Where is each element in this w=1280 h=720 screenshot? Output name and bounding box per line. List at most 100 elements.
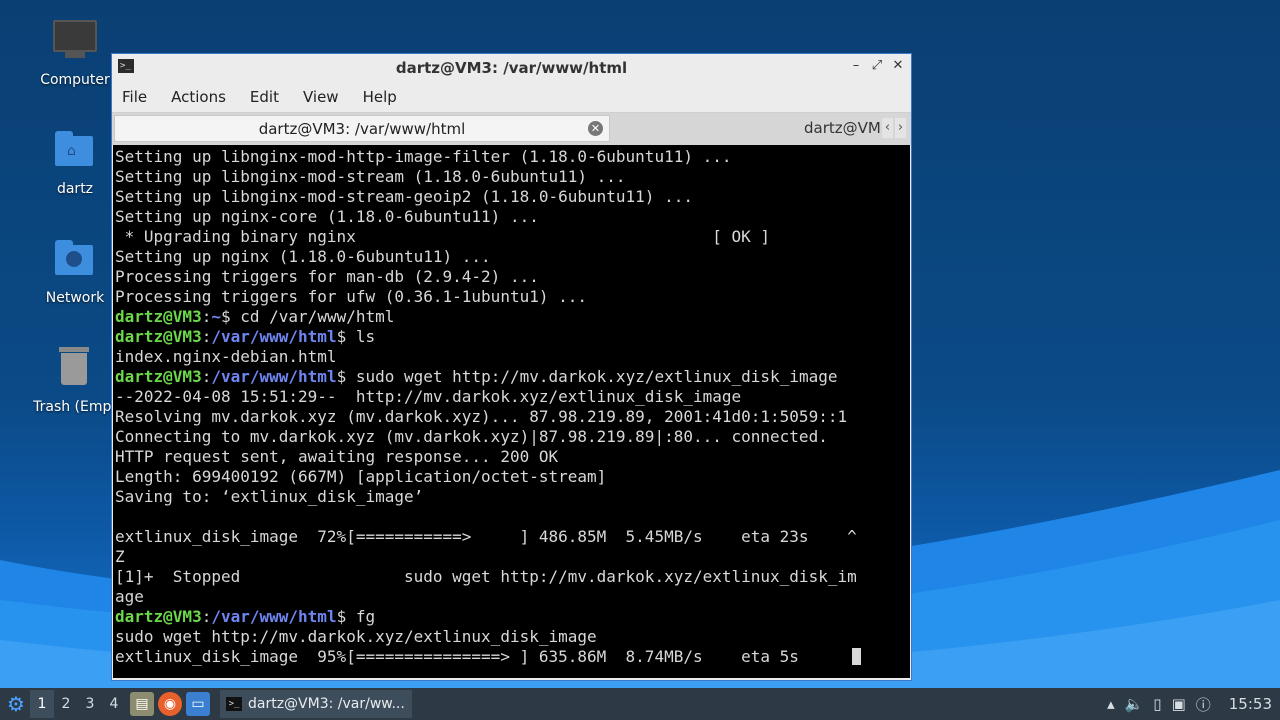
terminal-line: extlinux_disk_image 95%[===============>…	[115, 647, 910, 667]
home-folder-icon: ⌂	[51, 127, 99, 175]
terminal-text: Setting up nginx-core (1.18.0-6ubuntu11)…	[115, 207, 539, 226]
window-titlebar[interactable]: >_ dartz@VM3: /var/www/html – ⤢ ✕	[112, 54, 911, 81]
prompt-path: /var/www/html	[211, 327, 337, 346]
start-menu-icon[interactable]: ⚙	[2, 690, 30, 718]
terminal-line: age	[115, 587, 910, 607]
terminal-line: * Upgrading binary nginx [ OK ]	[115, 227, 910, 247]
terminal-prompt-line: dartz@VM3:/var/www/html$ ls	[115, 327, 376, 346]
desktop-icon-label: Network	[45, 290, 105, 306]
workspace-4[interactable]: 4	[102, 690, 126, 718]
desktop-icon-home[interactable]: ⌂ dartz	[25, 127, 125, 197]
terminal-text: index.nginx-debian.html	[115, 347, 337, 366]
window-title: dartz@VM3: /var/www/html	[395, 59, 628, 77]
workspace-2[interactable]: 2	[54, 690, 78, 718]
terminal-text: HTTP request sent, awaiting response... …	[115, 447, 559, 466]
prompt-command: $ sudo wget http://mv.darkok.xyz/extlinu…	[336, 367, 838, 386]
tab-label: dartz@VM3: /var/www/html	[258, 120, 466, 138]
menu-file[interactable]: File	[122, 88, 147, 106]
terminal-text: Setting up libnginx-mod-stream (1.18.0-6…	[115, 167, 626, 186]
menu-edit[interactable]: Edit	[250, 88, 279, 106]
terminal-prompt-line: dartz@VM3:/var/www/html$ fg	[115, 607, 376, 626]
prompt-command: $ fg	[336, 607, 376, 626]
prompt-path: /var/www/html	[211, 367, 337, 386]
taskbar-task-terminal[interactable]: >_ dartz@VM3: /var/ww...	[220, 690, 412, 718]
tab-active[interactable]: dartz@VM3: /var/www/html ✕	[114, 115, 610, 142]
terminal-line: sudo wget http://mv.darkok.xyz/extlinux_…	[115, 627, 910, 647]
prompt-user: dartz@VM3	[115, 607, 202, 626]
clock[interactable]: 15:53	[1229, 695, 1272, 713]
terminal-line: Saving to: ‘extlinux_disk_image’	[115, 487, 910, 507]
prompt-path: /var/www/html	[211, 607, 337, 626]
terminal-prompt-line: dartz@VM3:/var/www/html$ sudo wget http:…	[115, 367, 838, 386]
desktop-icon-label: Trash (Empt	[33, 399, 117, 415]
terminal-text: * Upgrading binary nginx [ OK ]	[115, 227, 771, 246]
terminal-line: --2022-04-08 15:51:29-- http://mv.darkok…	[115, 387, 910, 407]
menu-actions[interactable]: Actions	[171, 88, 226, 106]
terminal-text: Setting up libnginx-mod-stream-geoip2 (1…	[115, 187, 693, 206]
tab-inactive[interactable]: dartz@VM3	[612, 115, 882, 142]
tab-scroll-left-icon[interactable]: ‹	[882, 118, 893, 138]
menu-view[interactable]: View	[303, 88, 339, 106]
menu-help[interactable]: Help	[363, 88, 397, 106]
terminal-text: Saving to: ‘extlinux_disk_image’	[115, 487, 424, 506]
terminal-line: Setting up nginx-core (1.18.0-6ubuntu11)…	[115, 207, 910, 227]
workspace-1[interactable]: 1	[30, 690, 54, 718]
tray-up-arrow-icon[interactable]: ▴	[1107, 695, 1115, 713]
computer-icon	[51, 18, 99, 66]
terminal-text: extlinux_disk_image 72%[===========> ] 4…	[115, 527, 857, 546]
clipboard-icon[interactable]: ▯	[1153, 695, 1161, 713]
minimize-button[interactable]: –	[849, 58, 863, 74]
prompt-user: dartz@VM3	[115, 307, 202, 326]
trash-icon	[51, 345, 99, 393]
terminal-line: Setting up libnginx-mod-http-image-filte…	[115, 147, 910, 167]
file-manager-icon[interactable]: ▤	[130, 692, 154, 716]
tab-close-icon[interactable]: ✕	[588, 121, 603, 136]
terminal-line: Processing triggers for man-db (2.9.4-2)…	[115, 267, 910, 287]
terminal-output[interactable]: Setting up libnginx-mod-http-image-filte…	[113, 145, 910, 678]
desktop-icon-network[interactable]: Network	[25, 236, 125, 306]
terminal-prompt-line: dartz@VM3:~$ cd /var/www/html	[115, 307, 395, 326]
terminal-text: age	[115, 587, 144, 606]
terminal-text: extlinux_disk_image 95%[===============>…	[115, 647, 799, 666]
tab-label: dartz@VM3	[804, 119, 882, 137]
terminal-text: Setting up libnginx-mod-http-image-filte…	[115, 147, 732, 166]
terminal-line: Resolving mv.darkok.xyz (mv.darkok.xyz).…	[115, 407, 910, 427]
network-tray-icon[interactable]: ▣	[1172, 695, 1186, 713]
show-desktop-icon[interactable]: ▭	[186, 692, 210, 716]
terminal-line: HTTP request sent, awaiting response... …	[115, 447, 910, 467]
workspace-3[interactable]: 3	[78, 690, 102, 718]
prompt-user: dartz@VM3	[115, 367, 202, 386]
volume-icon[interactable]: 🔈	[1125, 695, 1144, 713]
terminal-text: Connecting to mv.darkok.xyz (mv.darkok.x…	[115, 427, 828, 446]
terminal-cursor	[851, 648, 861, 665]
tab-bar: dartz@VM3: /var/www/html ✕ dartz@VM3 ‹ ›	[112, 112, 911, 145]
prompt-path: ~	[211, 307, 221, 326]
terminal-line: Length: 699400192 (667M) [application/oc…	[115, 467, 910, 487]
prompt-command: $ cd /var/www/html	[220, 307, 395, 326]
terminal-text: --2022-04-08 15:51:29-- http://mv.darkok…	[115, 387, 742, 406]
tab-scroll-right-icon[interactable]: ›	[895, 118, 906, 138]
terminal-line: Processing triggers for ufw (0.36.1-1ubu…	[115, 287, 910, 307]
prompt-user: dartz@VM3	[115, 327, 202, 346]
close-button[interactable]: ✕	[891, 58, 905, 74]
terminal-line: Connecting to mv.darkok.xyz (mv.darkok.x…	[115, 427, 910, 447]
menu-bar: File Actions Edit View Help	[112, 81, 911, 112]
terminal-text: sudo wget http://mv.darkok.xyz/extlinux_…	[115, 627, 597, 646]
terminal-line: index.nginx-debian.html	[115, 347, 910, 367]
desktop-icon-computer[interactable]: Computer	[25, 18, 125, 88]
terminal-window: >_ dartz@VM3: /var/www/html – ⤢ ✕ File A…	[111, 53, 912, 681]
terminal-task-icon: >_	[226, 697, 242, 711]
maximize-button[interactable]: ⤢	[870, 58, 884, 74]
terminal-text: Processing triggers for ufw (0.36.1-1ubu…	[115, 287, 588, 306]
firefox-icon[interactable]: ◉	[158, 692, 182, 716]
desktop-icon-trash[interactable]: Trash (Empt	[25, 345, 125, 415]
update-notifier-icon[interactable]: ⓘ	[1196, 694, 1211, 715]
system-tray: ▴ 🔈 ▯ ▣ ⓘ 15:53	[1107, 688, 1280, 720]
terminal-text: Z	[115, 547, 125, 566]
desktop-icon-label: Computer	[40, 72, 110, 88]
task-label: dartz@VM3: /var/ww...	[248, 696, 405, 712]
terminal-line: Setting up nginx (1.18.0-6ubuntu11) ...	[115, 247, 910, 267]
terminal-line: Setting up libnginx-mod-stream-geoip2 (1…	[115, 187, 910, 207]
terminal-line: extlinux_disk_image 72%[===========> ] 4…	[115, 527, 910, 547]
terminal-text: Setting up nginx (1.18.0-6ubuntu11) ...	[115, 247, 491, 266]
